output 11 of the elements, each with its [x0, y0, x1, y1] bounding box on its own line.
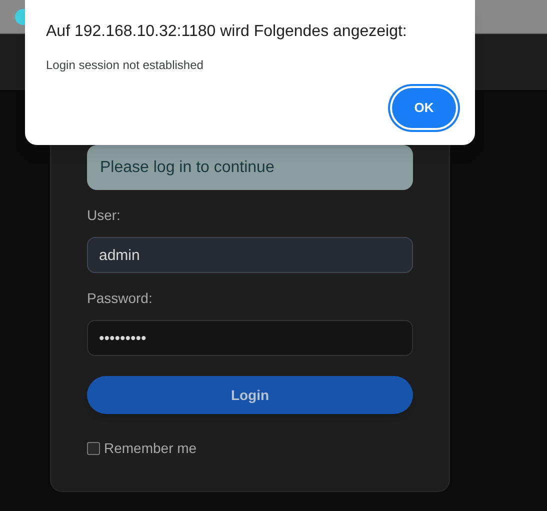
password-field[interactable]: ••••••••• — [87, 320, 413, 356]
remember-checkbox[interactable] — [87, 442, 100, 455]
login-button[interactable]: Login — [87, 376, 413, 414]
login-alert: Please log in to continue — [87, 145, 413, 190]
ok-button[interactable]: OK — [392, 88, 456, 128]
field-label: Password: — [87, 289, 154, 308]
dialog-message: Login session not established — [46, 57, 204, 74]
remember-label: Remember me — [104, 439, 197, 458]
field-label: User: — [87, 206, 122, 225]
dialog-title: Auf 192.168.10.32:1180 wird Folgendes angezeigt: — [46, 22, 408, 42]
user-field[interactable]: admin — [87, 237, 413, 273]
